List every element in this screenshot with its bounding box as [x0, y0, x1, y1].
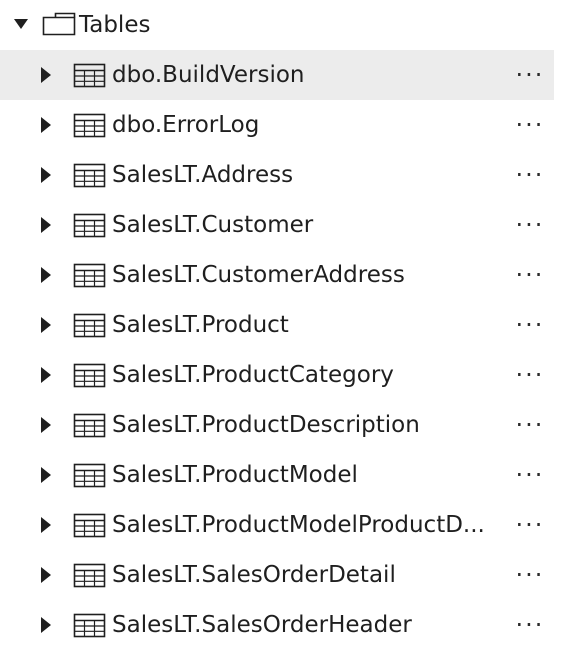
chevron-right-icon[interactable] [40, 466, 52, 484]
table-icon [73, 463, 106, 488]
more-actions-icon[interactable]: ··· [510, 563, 550, 587]
more-actions-icon[interactable]: ··· [510, 513, 550, 537]
table-name-label: dbo.ErrorLog [112, 112, 260, 138]
more-actions-icon[interactable]: ··· [510, 413, 550, 437]
chevron-right-icon[interactable] [40, 116, 52, 134]
more-actions-icon[interactable]: ··· [510, 363, 550, 387]
table-name-label: SalesLT.Customer [112, 212, 314, 238]
tables-folder-node[interactable]: Tables [0, 0, 554, 50]
table-row[interactable]: SalesLT.ProductCategory ··· [0, 350, 554, 400]
more-actions-icon[interactable]: ··· [510, 163, 550, 187]
chevron-down-icon[interactable] [13, 18, 29, 30]
table-name-label: SalesLT.SalesOrderHeader [112, 612, 412, 638]
more-actions-icon[interactable]: ··· [510, 113, 550, 137]
table-icon [73, 563, 106, 588]
chevron-right-icon[interactable] [40, 616, 52, 634]
table-row[interactable]: SalesLT.SalesOrderHeader ··· [0, 600, 554, 650]
table-name-label: SalesLT.Product [112, 312, 289, 338]
chevron-right-icon[interactable] [40, 366, 52, 384]
chevron-right-icon[interactable] [40, 66, 52, 84]
chevron-right-icon[interactable] [40, 316, 52, 334]
more-actions-icon[interactable]: ··· [510, 263, 550, 287]
more-actions-icon[interactable]: ··· [510, 213, 550, 237]
table-name-label: SalesLT.ProductModelProductD... [112, 512, 485, 538]
table-row[interactable]: SalesLT.ProductModel ··· [0, 450, 554, 500]
more-actions-icon[interactable]: ··· [510, 613, 550, 637]
table-icon [73, 413, 106, 438]
chevron-right-icon[interactable] [40, 216, 52, 234]
table-icon [73, 363, 106, 388]
table-icon [73, 263, 106, 288]
table-row[interactable]: dbo.BuildVersion ··· [0, 50, 554, 100]
table-icon [73, 613, 106, 638]
table-name-label: SalesLT.SalesOrderDetail [112, 562, 396, 588]
table-row[interactable]: dbo.ErrorLog ··· [0, 100, 554, 150]
object-explorer-tree: Tables dbo.BuildVersion ··· dbo.ErrorLog [0, 0, 566, 652]
table-icon [73, 313, 106, 338]
table-row[interactable]: SalesLT.Product ··· [0, 300, 554, 350]
folder-icon [42, 12, 76, 36]
table-icon [73, 513, 106, 538]
table-icon [73, 213, 106, 238]
more-actions-icon[interactable]: ··· [510, 313, 550, 337]
table-row[interactable]: SalesLT.ProductModelProductD... ··· [0, 500, 554, 550]
table-icon [73, 163, 106, 188]
more-actions-icon[interactable]: ··· [510, 63, 550, 87]
table-name-label: SalesLT.CustomerAddress [112, 262, 405, 288]
chevron-right-icon[interactable] [40, 266, 52, 284]
table-name-label: SalesLT.ProductCategory [112, 362, 394, 388]
table-row[interactable]: SalesLT.CustomerAddress ··· [0, 250, 554, 300]
more-actions-icon[interactable]: ··· [510, 463, 550, 487]
chevron-right-icon[interactable] [40, 416, 52, 434]
table-icon [73, 113, 106, 138]
table-row[interactable]: SalesLT.Address ··· [0, 150, 554, 200]
table-row[interactable]: SalesLT.ProductDescription ··· [0, 400, 554, 450]
tables-list: dbo.BuildVersion ··· dbo.ErrorLog ··· Sa [0, 50, 554, 650]
chevron-right-icon[interactable] [40, 566, 52, 584]
table-icon [73, 63, 106, 88]
chevron-right-icon[interactable] [40, 516, 52, 534]
table-row[interactable]: SalesLT.Customer ··· [0, 200, 554, 250]
chevron-right-icon[interactable] [40, 166, 52, 184]
table-name-label: SalesLT.ProductDescription [112, 412, 420, 438]
table-row[interactable]: SalesLT.SalesOrderDetail ··· [0, 550, 554, 600]
table-name-label: SalesLT.ProductModel [112, 462, 358, 488]
table-name-label: SalesLT.Address [112, 162, 294, 188]
tables-folder-label: Tables [79, 12, 151, 38]
table-name-label: dbo.BuildVersion [112, 62, 305, 88]
